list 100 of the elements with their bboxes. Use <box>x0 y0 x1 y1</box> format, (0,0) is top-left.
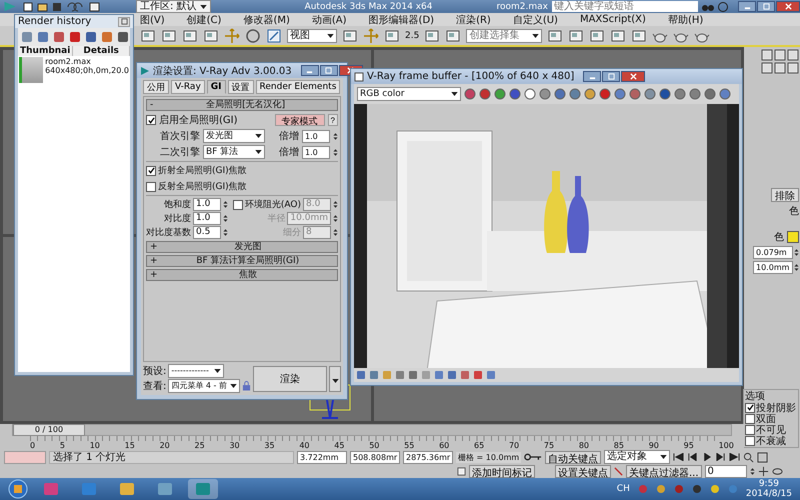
tab[interactable]: 公用 <box>143 80 169 94</box>
spinner-icon[interactable] <box>223 228 228 237</box>
spinner-icon[interactable] <box>750 466 755 476</box>
menu-item[interactable]: 渲染(R) <box>456 12 491 26</box>
toolbar-icon[interactable] <box>424 28 440 44</box>
tab[interactable]: 设置 <box>228 80 254 94</box>
tab[interactable]: GI <box>206 80 226 94</box>
panel-tab-icon[interactable] <box>774 49 786 61</box>
toolbar-icon[interactable] <box>629 88 641 100</box>
last-frame-icon[interactable] <box>729 453 740 461</box>
minimize-button[interactable] <box>738 1 756 12</box>
panel-tab-icon[interactable] <box>761 49 773 61</box>
maximize-button[interactable] <box>602 71 620 82</box>
preset-dropdown[interactable]: ------------- <box>168 364 224 378</box>
close-button[interactable] <box>118 16 130 26</box>
close-button[interactable] <box>776 1 800 12</box>
checkbox[interactable] <box>146 115 156 125</box>
toolbar-icon[interactable] <box>85 31 97 43</box>
minimize-button[interactable] <box>583 71 602 82</box>
spinner-icon[interactable] <box>333 132 338 140</box>
channel-dropdown[interactable]: RGB color <box>357 87 461 101</box>
play-icon[interactable] <box>701 453 712 461</box>
toolbar-icon[interactable] <box>21 31 33 43</box>
auto-key-button[interactable]: 自动关键点 <box>545 450 602 464</box>
spinner-icon[interactable] <box>333 214 338 223</box>
tray-icon[interactable] <box>692 484 702 494</box>
key-target-dropdown[interactable]: 选定对象 <box>604 450 670 464</box>
slash-icon[interactable] <box>614 466 623 476</box>
rollout-header[interactable]: + BF 算法计算全局照明(GI) <box>146 255 338 267</box>
toolbar-icon[interactable] <box>384 28 400 44</box>
orbit-icon[interactable] <box>772 466 783 476</box>
checkbox[interactable] <box>745 402 755 412</box>
menu-item[interactable]: MAXScript(X) <box>580 14 646 25</box>
x-coordinate-field[interactable]: 3.722mm <box>297 450 347 464</box>
spinner-icon[interactable] <box>333 200 338 209</box>
toolbar-icon[interactable] <box>568 28 584 44</box>
tray-icon[interactable] <box>656 484 666 494</box>
z-coordinate-field[interactable]: 2875.36mr <box>403 450 453 464</box>
panel-tab-icon[interactable] <box>787 62 799 74</box>
first-frame-icon[interactable] <box>673 453 684 461</box>
render-button[interactable]: 渲染 <box>252 366 327 392</box>
toolbar-icon[interactable] <box>614 88 626 100</box>
engine-dropdown[interactable]: BF 算法 <box>203 145 265 159</box>
view-dropdown[interactable]: 视图 <box>287 28 337 42</box>
toolbar-icon[interactable] <box>539 88 551 100</box>
time-slider-track[interactable]: 0 / 100 <box>12 424 732 436</box>
number-field[interactable]: 1.0 <box>193 212 221 225</box>
toolbar-icon[interactable] <box>509 88 521 100</box>
start-button-icon[interactable] <box>8 479 28 499</box>
script-listener-field[interactable] <box>4 450 46 464</box>
key-icon[interactable] <box>524 452 542 462</box>
time-tag-icon[interactable] <box>457 466 466 476</box>
maximize-button[interactable] <box>757 1 775 12</box>
render-options-button[interactable] <box>329 366 341 392</box>
toolbar-icon[interactable] <box>547 28 564 44</box>
input-method-indicator[interactable]: CH <box>616 484 630 494</box>
spinner-icon[interactable] <box>223 214 228 223</box>
toolbar-icon[interactable] <box>674 88 686 100</box>
column-header[interactable]: Thumbnai <box>18 46 74 56</box>
toolbar-icon[interactable] <box>182 28 198 44</box>
menu-item[interactable]: 帮助(H) <box>668 12 704 26</box>
menu-item[interactable]: 创建(C) <box>186 12 222 26</box>
toolbar-icon[interactable] <box>140 28 156 44</box>
help-button[interactable]: ? <box>328 114 338 126</box>
engine-dropdown[interactable]: 发光图 <box>203 129 265 143</box>
next-frame-icon[interactable] <box>715 453 726 461</box>
toolbar-icon[interactable] <box>445 28 462 44</box>
checkbox[interactable] <box>232 200 243 210</box>
column-header[interactable]: Details <box>73 46 130 56</box>
toolbar-icon[interactable] <box>689 88 701 100</box>
rotate-icon[interactable] <box>245 28 261 44</box>
number-field[interactable]: 1.0 <box>302 130 330 142</box>
zoom-extents-icon[interactable] <box>757 452 768 462</box>
number-field[interactable]: 1.0 <box>193 198 221 211</box>
panel-tab-icon[interactable] <box>761 62 773 74</box>
minimize-button[interactable] <box>300 65 319 76</box>
toolbar-icon[interactable] <box>53 31 65 43</box>
view-dropdown[interactable]: 四元菜单 4 - 前 <box>168 379 240 393</box>
checkbox[interactable] <box>745 436 755 446</box>
lock-icon[interactable] <box>242 381 251 391</box>
render-thumbnail-placeholder[interactable] <box>19 57 44 83</box>
toolbar-icon[interactable] <box>524 88 536 100</box>
spinner-icon[interactable] <box>333 148 338 156</box>
panel-tab-icon[interactable] <box>787 49 799 61</box>
checkbox[interactable] <box>745 414 755 424</box>
toolbar-icon[interactable] <box>631 28 648 44</box>
workspace-dropdown[interactable]: 工作区: 默认 <box>136 0 211 13</box>
number-field[interactable]: 10.0mm <box>753 261 793 274</box>
menu-item[interactable]: 图(V) <box>140 12 165 26</box>
rollout-header[interactable]: + 发光图 <box>146 241 338 253</box>
time-slider-thumb[interactable]: 0 / 100 <box>13 424 85 436</box>
toolbar-icon[interactable] <box>479 88 491 100</box>
menu-item[interactable]: 自定义(U) <box>512 12 558 26</box>
number-field[interactable]: 1.0 <box>302 146 330 158</box>
panel-tab-icon[interactable] <box>774 62 786 74</box>
frame-field[interactable]: 0 <box>704 464 747 478</box>
selection-set-field[interactable]: 创建选择集 <box>466 28 542 42</box>
toolbar-icon[interactable] <box>342 28 358 44</box>
menu-item[interactable]: 修改器(M) <box>243 12 290 26</box>
toolbar-icon[interactable] <box>659 88 671 100</box>
